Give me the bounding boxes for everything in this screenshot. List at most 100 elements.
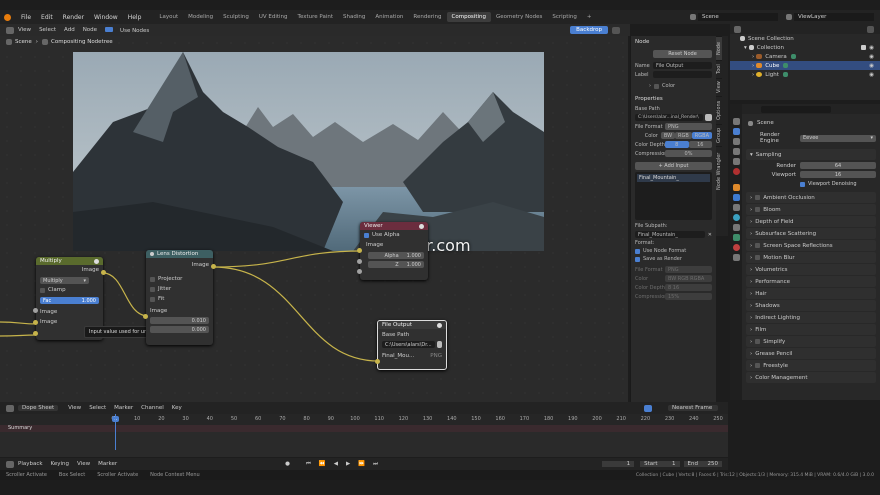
panel-simplify[interactable]: › Simplify: [746, 336, 876, 347]
frame-ruler[interactable]: 0102030405060708090100110120130140150160…: [0, 414, 728, 425]
tool-tab-icon[interactable]: [733, 118, 740, 125]
color-bw-option[interactable]: BW: [660, 132, 676, 139]
output-tab-icon[interactable]: [733, 138, 740, 145]
backdrop-button[interactable]: Backdrop: [570, 26, 608, 34]
file-output-node[interactable]: File Output Base Path C:\Users\alars\Dr.…: [375, 320, 447, 370]
reset-node-button[interactable]: Reset Node: [653, 50, 712, 58]
node-label-field[interactable]: [653, 71, 712, 78]
eye-icon[interactable]: ◉: [869, 72, 874, 78]
sampling-panel[interactable]: ▾ Sampling: [746, 149, 876, 160]
sidebar-tab-options[interactable]: Options: [716, 96, 722, 124]
menu-edit[interactable]: Edit: [36, 14, 58, 21]
add-input-button[interactable]: + Add Input: [635, 162, 712, 170]
panel-hair[interactable]: › Hair: [746, 288, 876, 299]
playback-menu[interactable]: Playback: [14, 461, 47, 467]
chevron-right-icon[interactable]: ›: [752, 54, 754, 60]
use-alpha-checkbox[interactable]: Use Alpha: [360, 230, 428, 240]
viewport-denoising-checkbox[interactable]: Viewport Denoising: [730, 179, 880, 191]
constraints-tab-icon[interactable]: [733, 224, 740, 231]
eye-icon[interactable]: ◉: [869, 45, 874, 51]
editor-type-icon[interactable]: [6, 404, 14, 412]
editor-type-icon[interactable]: [6, 26, 14, 34]
timeline-marker-menu[interactable]: Marker: [94, 461, 121, 467]
view-layer-name[interactable]: ViewLayer: [794, 13, 874, 21]
menu-render[interactable]: Render: [58, 14, 89, 21]
color-checkbox[interactable]: [654, 83, 659, 89]
next-key-icon[interactable]: ⏩: [354, 461, 369, 467]
play-icon[interactable]: ▶: [342, 461, 354, 467]
depth-8-option[interactable]: 8: [665, 141, 689, 148]
add-workspace-button[interactable]: +: [582, 12, 597, 22]
blend-mode-select[interactable]: Multiply ▾: [40, 277, 89, 284]
sidebar-tab-view[interactable]: View: [716, 78, 722, 96]
filter-icon[interactable]: [644, 404, 652, 412]
file-format-select[interactable]: PNG: [665, 123, 712, 130]
properties-search[interactable]: [761, 105, 831, 113]
panel-depth-of-field[interactable]: › Depth of Field: [746, 216, 876, 227]
end-frame-value[interactable]: 250: [702, 461, 722, 467]
node-panel-header[interactable]: Node: [631, 36, 716, 48]
node-preview-icon[interactable]: [419, 223, 424, 229]
node-preview-icon[interactable]: [94, 258, 99, 264]
header-view-menu[interactable]: View: [14, 27, 35, 33]
current-frame-field[interactable]: 1: [602, 461, 635, 467]
sidebar-tab-node[interactable]: Node: [716, 36, 722, 60]
clamp-checkbox[interactable]: Clamp: [36, 286, 103, 294]
render-samples-field[interactable]: 64: [800, 162, 876, 169]
viewer-node[interactable]: Viewer Use Alpha Image Alpha 1.000 Z 1.000: [357, 222, 428, 280]
lens-output-socket[interactable]: [211, 264, 216, 269]
alpha-field[interactable]: Alpha 1.000: [368, 252, 424, 259]
viewer-alpha-socket[interactable]: [357, 259, 362, 264]
panel-shadows[interactable]: › Shadows: [746, 300, 876, 311]
tab-compositing[interactable]: Compositing: [446, 12, 491, 22]
menu-file[interactable]: File: [16, 14, 36, 21]
fac-socket[interactable]: [33, 308, 38, 313]
base-path-field[interactable]: C:\Users\alars\Dr...: [382, 341, 435, 348]
view-layer-tab-icon[interactable]: [733, 148, 740, 155]
panel-indirect-lighting[interactable]: › Indirect Lighting: [746, 312, 876, 323]
dope-key-menu[interactable]: Key: [168, 405, 186, 411]
outliner-editor-icon[interactable]: [734, 25, 741, 33]
folder-icon[interactable]: [705, 114, 712, 121]
save-as-render-checkbox[interactable]: Save as Render: [631, 255, 716, 263]
viewport-samples-field[interactable]: 16: [800, 171, 876, 178]
world-tab-icon[interactable]: [733, 168, 740, 175]
panel-bloom[interactable]: › Bloom: [746, 204, 876, 215]
subpath-field[interactable]: Final_Mountain_: [635, 231, 705, 238]
dope-channel-menu[interactable]: Channel: [137, 405, 168, 411]
texture-tab-icon[interactable]: [733, 254, 740, 261]
chevron-right-icon[interactable]: ›: [752, 63, 754, 69]
record-button[interactable]: ●: [281, 461, 294, 467]
render-engine-select[interactable]: Eevee ▾: [800, 134, 876, 142]
properties-header[interactable]: Properties: [631, 93, 716, 105]
eye-icon[interactable]: ◉: [869, 54, 874, 60]
view-options-icon[interactable]: [612, 26, 620, 34]
editor-type-icon[interactable]: [6, 460, 14, 468]
render-tab-icon[interactable]: [733, 128, 740, 135]
collapse-icon[interactable]: [150, 252, 154, 256]
sidebar-tab-node-wrangler[interactable]: Node Wrangler: [716, 146, 722, 196]
file-output-input-socket[interactable]: [375, 359, 380, 364]
start-frame-value[interactable]: 1: [661, 461, 680, 467]
inputs-list-item[interactable]: Final_Mountain_: [637, 174, 710, 182]
tab-animation[interactable]: Animation: [370, 12, 408, 22]
base-path-field[interactable]: C:\Users\alar...inal_Render\: [635, 114, 703, 121]
multiply-input-1-socket[interactable]: [33, 320, 38, 325]
tab-shading[interactable]: Shading: [338, 12, 370, 22]
tab-geometry-nodes[interactable]: Geometry Nodes: [491, 12, 547, 22]
header-select-menu[interactable]: Select: [35, 27, 60, 33]
multiply-node-header[interactable]: Multiply: [36, 257, 103, 265]
multiply-input-2-socket[interactable]: [33, 331, 38, 336]
tab-layout[interactable]: Layout: [154, 12, 183, 22]
node-preview-icon[interactable]: [437, 322, 442, 328]
multiply-output-socket[interactable]: [101, 270, 106, 275]
distort-field[interactable]: 0.010: [150, 317, 209, 324]
panel-ambient-occlusion[interactable]: › Ambient Occlusion: [746, 192, 876, 203]
tab-uv-editing[interactable]: UV Editing: [254, 12, 293, 22]
viewer-z-socket[interactable]: [357, 269, 362, 274]
snap-select[interactable]: Nearest Frame: [668, 405, 718, 411]
outliner-item-light[interactable]: › Light ◉: [730, 70, 880, 79]
panel-subsurface-scattering[interactable]: › Subsurface Scattering: [746, 228, 876, 239]
tab-sculpting[interactable]: Sculpting: [218, 12, 254, 22]
lens-distortion-node[interactable]: Lens Distortion Image Projector Jitter F…: [143, 250, 216, 345]
